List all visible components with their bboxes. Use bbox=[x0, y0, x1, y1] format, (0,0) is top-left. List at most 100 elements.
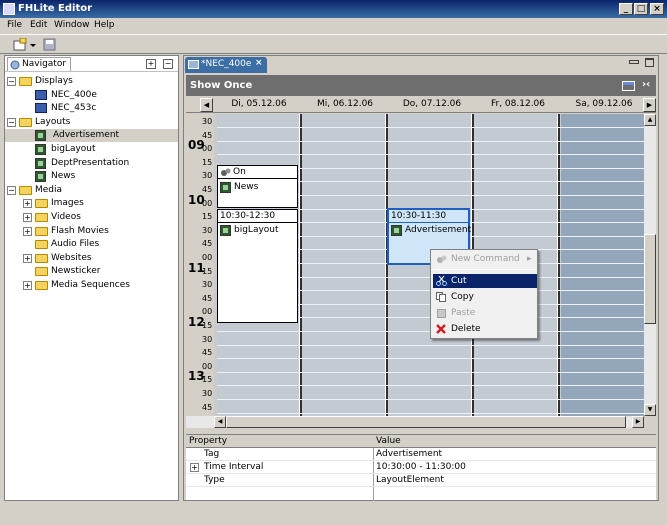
minute-label: 15 bbox=[202, 375, 213, 385]
command-icon bbox=[221, 168, 231, 176]
collapse-icon[interactable]: − bbox=[7, 77, 16, 86]
copy-icon bbox=[436, 292, 446, 302]
menu-bar: File Edit Window Help bbox=[0, 18, 667, 34]
menu-help[interactable]: Help bbox=[94, 20, 115, 30]
layout-icon bbox=[35, 144, 46, 155]
event-header: 10:30-12:30 bbox=[218, 210, 297, 223]
next-day-button[interactable]: ▶ bbox=[643, 98, 656, 112]
tab-navigator[interactable]: Navigator bbox=[7, 57, 71, 71]
new-icon[interactable] bbox=[13, 37, 27, 51]
scroll-left-button[interactable]: ◀ bbox=[214, 416, 226, 428]
scroll-down-button[interactable]: ▼ bbox=[644, 404, 656, 416]
menu-item-new-command[interactable]: New Command ▸ bbox=[433, 252, 537, 266]
tree-item[interactable]: Advertisement bbox=[5, 129, 178, 143]
tree-item[interactable]: Newsticker bbox=[5, 265, 178, 278]
tree-item[interactable]: bigLayout bbox=[5, 143, 178, 156]
layout-icon bbox=[220, 182, 231, 193]
day-column-sat[interactable] bbox=[561, 114, 644, 416]
expand-icon[interactable]: + bbox=[23, 213, 32, 222]
tree-item-label: Audio Files bbox=[51, 239, 100, 250]
maximize-view-icon[interactable] bbox=[645, 58, 654, 67]
tree-item[interactable]: + Flash Movies bbox=[5, 225, 178, 238]
table-row[interactable]: Type LayoutElement bbox=[186, 474, 656, 487]
header-value[interactable]: Value bbox=[376, 436, 401, 446]
tree-item[interactable]: NEC_400e bbox=[5, 89, 178, 102]
tree-item[interactable]: Audio Files bbox=[5, 238, 178, 251]
minute-label: 30 bbox=[202, 117, 213, 126]
tree-item[interactable]: News bbox=[5, 170, 178, 183]
minute-label: 45 bbox=[202, 293, 213, 303]
tree-item[interactable]: + Websites bbox=[5, 252, 178, 265]
expand-icon[interactable]: + bbox=[23, 281, 32, 290]
calendar-grid[interactable]: 30 45 09 00 15 30 45 10 00 15 30 45 00 11 15 30 45 00 12 15… bbox=[186, 114, 644, 416]
event-time-label: 10:30-11:30 bbox=[391, 211, 447, 221]
event-header-label: On bbox=[233, 167, 246, 177]
day-header-wed: Mi, 06.12.06 bbox=[316, 99, 374, 109]
collapse-icon[interactable]: − bbox=[7, 117, 16, 127]
table-row[interactable]: + Time Interval 10:30:00 - 11:30:00 bbox=[186, 461, 656, 474]
menu-item-paste[interactable]: Paste bbox=[433, 306, 537, 320]
event-biglayout[interactable]: 10:30-12:30 bigLayout bbox=[217, 209, 298, 323]
horizontal-scroll-thumb[interactable] bbox=[226, 416, 626, 428]
menu-window[interactable]: Window bbox=[54, 20, 90, 30]
command-icon bbox=[437, 255, 447, 263]
tree-item-label: Videos bbox=[51, 212, 81, 222]
save-icon[interactable] bbox=[43, 38, 57, 51]
slot-line bbox=[217, 399, 644, 400]
toolbar bbox=[0, 34, 667, 54]
day-header: ◀ Di, 05.12.06 Mi, 06.12.06 Do, 07.12.06… bbox=[186, 97, 656, 113]
paste-icon bbox=[437, 309, 446, 318]
day-header-tue: Di, 05.12.06 bbox=[231, 99, 287, 109]
previous-day-button[interactable]: ◀ bbox=[200, 98, 213, 112]
menu-edit[interactable]: Edit bbox=[30, 20, 47, 30]
scroll-up-button[interactable]: ▲ bbox=[644, 114, 656, 126]
minimize-button[interactable]: _ bbox=[619, 3, 633, 15]
maximize-button[interactable]: □ bbox=[634, 3, 648, 15]
view-menu-icon[interactable]: ›‹ bbox=[642, 79, 650, 90]
expand-icon[interactable]: + bbox=[23, 199, 32, 209]
collapse-icon[interactable]: − bbox=[7, 185, 16, 195]
calendar-view-icon[interactable] bbox=[622, 81, 635, 91]
header-property[interactable]: Property bbox=[189, 436, 227, 446]
minimize-view-icon[interactable] bbox=[629, 60, 639, 64]
collapse-all-button[interactable]: − bbox=[163, 59, 173, 69]
vertical-scrollbar[interactable]: ▲ ▼ bbox=[644, 114, 656, 416]
menu-item-cut[interactable]: Cut bbox=[433, 274, 537, 288]
expand-icon[interactable]: + bbox=[190, 463, 199, 472]
scroll-right-button[interactable]: ▶ bbox=[632, 416, 644, 428]
table-row[interactable]: Tag Advertisement bbox=[186, 448, 656, 461]
day-column-wed[interactable] bbox=[303, 114, 385, 416]
tree-item[interactable]: − Displays bbox=[5, 75, 178, 88]
properties-header: Property Value bbox=[186, 435, 656, 448]
minute-label: 30 bbox=[202, 225, 213, 235]
vertical-scroll-thumb[interactable] bbox=[644, 234, 656, 324]
tab-nec-400e[interactable]: *NEC_400e × bbox=[185, 57, 267, 73]
expand-all-button[interactable]: + bbox=[146, 59, 156, 69]
folder-icon bbox=[19, 117, 32, 127]
monitor-icon bbox=[35, 89, 47, 100]
close-button[interactable]: × bbox=[650, 3, 664, 15]
menu-file[interactable]: File bbox=[7, 20, 22, 30]
tree-item[interactable]: NEC_453c bbox=[5, 102, 178, 115]
minute-label: 00 bbox=[202, 198, 213, 208]
tree-item[interactable]: + Videos bbox=[5, 211, 178, 224]
tree-item[interactable]: + Images bbox=[5, 197, 178, 210]
close-tab-icon[interactable]: × bbox=[255, 58, 263, 68]
menu-item-delete[interactable]: Delete bbox=[433, 322, 537, 336]
chevron-down-icon[interactable] bbox=[29, 38, 37, 51]
tree-item[interactable]: − Layouts bbox=[5, 116, 178, 129]
properties-table: Property Value Tag Advertisement + Time … bbox=[186, 434, 656, 501]
navigator-header: Navigator + − bbox=[5, 56, 178, 72]
horizontal-scrollbar[interactable]: ◀ ▶ bbox=[186, 416, 644, 428]
menu-item-copy[interactable]: Copy bbox=[433, 290, 537, 304]
event-on-news[interactable]: On News bbox=[217, 165, 298, 208]
expand-icon[interactable]: + bbox=[23, 226, 32, 236]
tree-item-label: Newsticker bbox=[51, 266, 101, 277]
minute-label: 15 bbox=[202, 266, 213, 276]
expand-icon[interactable]: + bbox=[23, 253, 32, 263]
event-item-label: News bbox=[234, 182, 259, 192]
tree-item[interactable]: + Media Sequences bbox=[5, 279, 178, 292]
tree-item[interactable]: DeptPresentation bbox=[5, 157, 178, 170]
tree-item[interactable]: − Media bbox=[5, 184, 178, 197]
minute-label: 15 bbox=[202, 321, 213, 330]
